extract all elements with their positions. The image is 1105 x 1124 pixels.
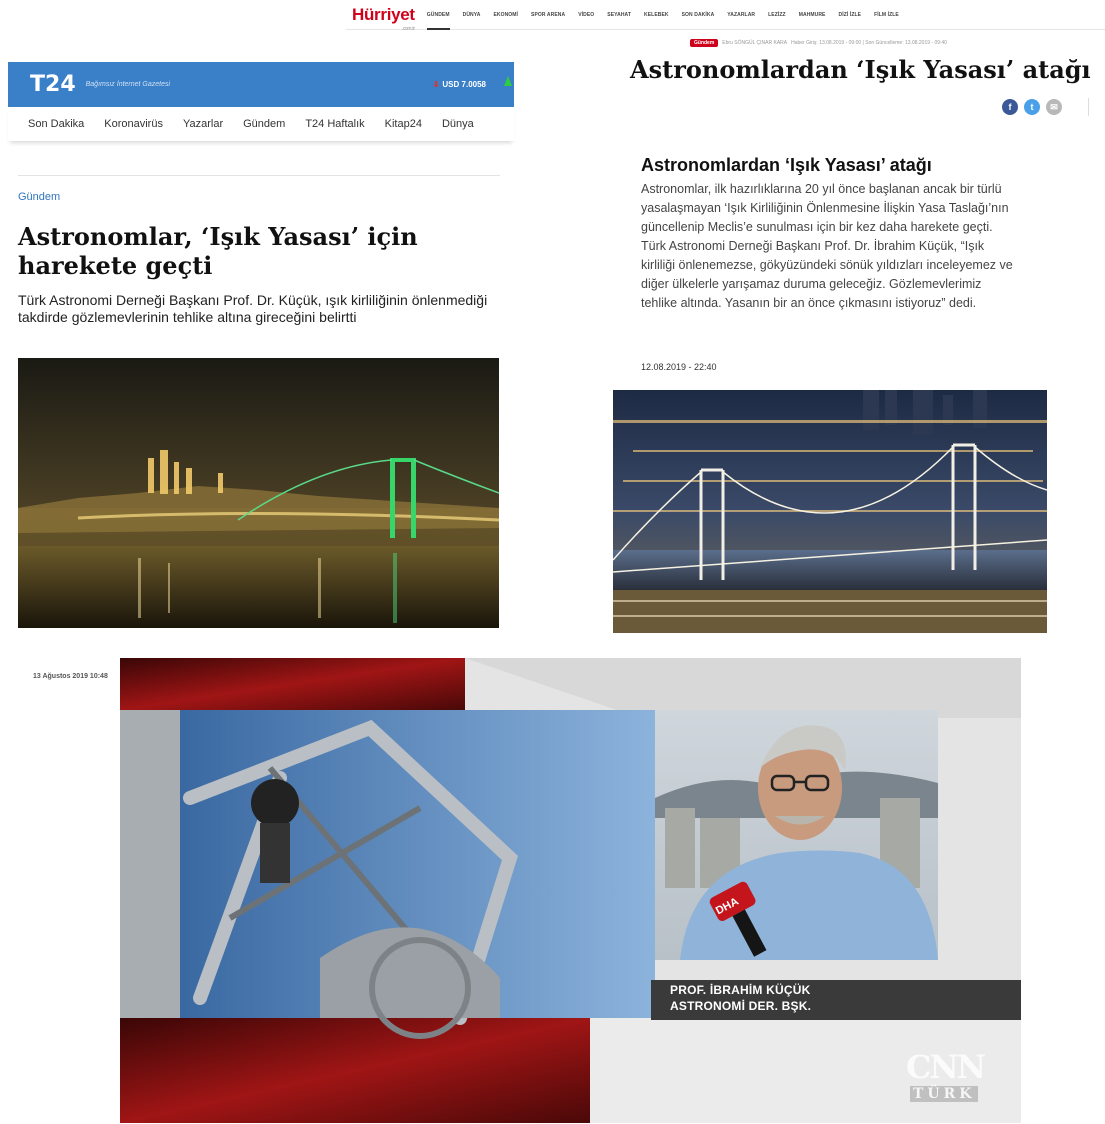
category-badge[interactable]: Gündem xyxy=(690,39,719,47)
t24-navbar: Son Dakika Koronavirüs Yazarlar Gündem T… xyxy=(8,107,514,141)
divider xyxy=(18,175,500,176)
t24-nav-haftalik[interactable]: T24 Haftalık xyxy=(305,118,364,130)
hurriyet-nav-ekonomi[interactable]: EKONOMİ xyxy=(493,12,518,18)
hurriyet-nav-seyahat[interactable]: SEYAHAT xyxy=(607,12,631,18)
lower-third-name: PROF. İBRAHİM KÜÇÜK ASTRONOMİ DER. BŞK. xyxy=(670,982,811,1014)
t24-nav-koronavirus[interactable]: Koronavirüs xyxy=(104,118,163,130)
hurriyet-navbar: Hürriyet .com.tr GÜNDEM DÜNYA EKONOMİ SPO… xyxy=(346,0,1105,32)
hurriyet-headline: Astronomlardan ‘Işık Yasası’ atağı xyxy=(630,55,1091,84)
hurriyet-logo[interactable]: Hürriyet .com.tr xyxy=(352,5,415,32)
t24-header: T24 Bağımsız İnternet Gazetesi ⬇ USD 7.00… xyxy=(8,62,514,107)
hurriyet-nav-kelebek[interactable]: KELEBEK xyxy=(644,12,669,18)
t24-article-summary: Türk Astronomi Derneği Başkanı Prof. Dr.… xyxy=(18,292,488,325)
istanbul-bridges-photo xyxy=(613,390,1047,633)
hurriyet-nav-spor-arena[interactable]: SPOR ARENA xyxy=(531,12,565,18)
t24-nav-gundem[interactable]: Gündem xyxy=(243,118,285,130)
article-dates: Haber Giriş: 13.08.2019 - 09:00 | Son Gü… xyxy=(791,40,947,46)
divider xyxy=(1088,98,1089,116)
hurriyet-nav-mahmure[interactable]: MAHMURE xyxy=(799,12,826,18)
twitter-share-icon[interactable]: t xyxy=(1024,99,1040,115)
cnn-turk-video-frame[interactable]: DHA xyxy=(120,658,1021,1123)
hurriyet-nav-lezizz[interactable]: LEZİZZ xyxy=(768,12,786,18)
speaker-name: PROF. İBRAHİM KÜÇÜK xyxy=(670,983,811,997)
email-share-icon[interactable]: ✉ xyxy=(1046,99,1062,115)
hurriyet-menu: GÜNDEM DÜNYA EKONOMİ SPOR ARENA VİDEO SE… xyxy=(426,12,899,30)
hurriyet-nav-yazarlar[interactable]: YAZARLAR xyxy=(727,12,755,18)
hurriyet-nav-dunya[interactable]: DÜNYA xyxy=(463,12,481,18)
arrow-down-icon: ⬇ xyxy=(432,80,440,89)
t24-article-title: Astronomlar, ‘Işık Yasası’ için harekete… xyxy=(18,222,418,280)
t24-logo[interactable]: T24 xyxy=(30,72,76,97)
bosphorus-night-photo xyxy=(18,358,499,628)
cnn-turk-logo: CNN TÜRK xyxy=(906,1048,986,1102)
author-name[interactable]: Ebru SÖNGÜL ÇINAR KARA xyxy=(722,40,787,46)
video-timestamp: 13 Ağustos 2019 10:48 xyxy=(33,673,108,680)
t24-nav-kitap24[interactable]: Kitap24 xyxy=(385,118,422,130)
currency-ticker: ⬇ USD 7.0058 xyxy=(432,80,486,89)
t24-tagline: Bağımsız İnternet Gazetesi xyxy=(85,81,171,88)
t24-nav-dunya[interactable]: Dünya xyxy=(442,118,474,130)
speaker-title: ASTRONOMİ DER. BŞK. xyxy=(670,999,812,1013)
share-buttons: f t ✉ xyxy=(1002,99,1062,115)
hurriyet-card-date: 12.08.2019 - 22:40 xyxy=(641,362,717,372)
hurriyet-nav-dizi-izle[interactable]: DİZİ İZLE xyxy=(839,12,862,18)
t24-category-link[interactable]: Gündem xyxy=(18,191,60,203)
hurriyet-nav-video[interactable]: VİDEO xyxy=(578,12,594,18)
facebook-share-icon[interactable]: f xyxy=(1002,99,1018,115)
arrow-up-icon xyxy=(504,76,512,86)
t24-nav-son-dakika[interactable]: Son Dakika xyxy=(28,118,84,130)
hurriyet-card-body: Astronomlar, ilk hazırlıklarına 20 yıl ö… xyxy=(641,182,1013,310)
hurriyet-card-title: Astronomlardan ‘Işık Yasası’ atağı xyxy=(641,155,932,175)
hurriyet-article-meta: Gündem Ebru SÖNGÜL ÇINAR KARA Haber Giri… xyxy=(690,39,947,47)
hurriyet-nav-son-dakika[interactable]: SON DAKİKA xyxy=(682,12,715,18)
t24-nav-yazarlar[interactable]: Yazarlar xyxy=(183,118,223,130)
hurriyet-nav-gundem[interactable]: GÜNDEM xyxy=(426,12,450,30)
hurriyet-nav-film-izle[interactable]: FİLM İZLE xyxy=(874,12,899,18)
